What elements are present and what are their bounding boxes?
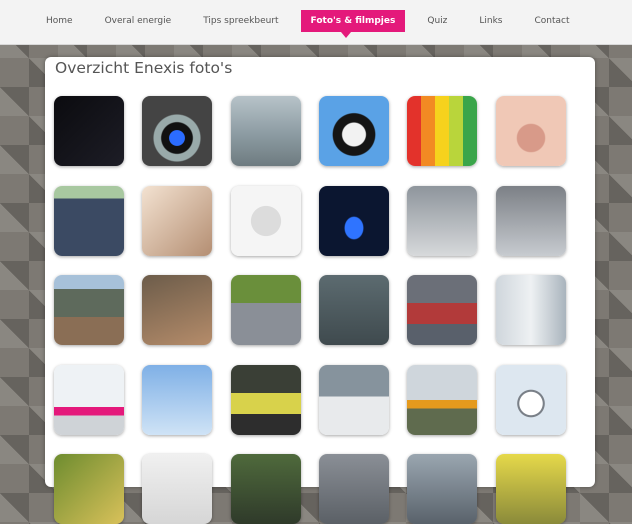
service-van-photo[interactable] bbox=[318, 364, 389, 435]
pipe-photo[interactable] bbox=[318, 454, 389, 524]
content-panel: Overzicht Enexis foto's bbox=[45, 57, 595, 524]
nav-overal-energie[interactable]: Overal energie bbox=[95, 10, 182, 32]
wading-water-photo[interactable] bbox=[230, 96, 301, 166]
cow-photo[interactable] bbox=[318, 96, 389, 166]
gas-meter-photo[interactable] bbox=[407, 185, 478, 256]
enexis-van-photo[interactable] bbox=[54, 364, 124, 435]
transformer-photo[interactable] bbox=[407, 275, 478, 345]
street-workers-photo[interactable] bbox=[230, 275, 301, 345]
night-lights-photo[interactable] bbox=[54, 96, 124, 166]
trench-work-photo[interactable] bbox=[54, 275, 124, 345]
road-photo[interactable] bbox=[407, 454, 478, 524]
pouring-water-photo[interactable] bbox=[142, 185, 213, 256]
stopwatch-photo[interactable] bbox=[495, 364, 566, 435]
power-pylon-photo[interactable] bbox=[142, 364, 213, 435]
main-navigation: Home Overal energie Tips spreekbeurt Fot… bbox=[36, 9, 592, 38]
nose-photo[interactable] bbox=[495, 96, 566, 166]
energy-labels-photo[interactable] bbox=[407, 96, 478, 166]
solar-panels-photo[interactable] bbox=[54, 185, 124, 256]
nav-fotos-filmpjes[interactable]: Foto's & filmpjes bbox=[300, 10, 406, 38]
windmill-excavator-photo[interactable] bbox=[407, 364, 478, 435]
nav-quiz[interactable]: Quiz bbox=[417, 10, 457, 32]
page-title: Overzicht Enexis foto's bbox=[55, 59, 233, 77]
person-yellow-photo[interactable] bbox=[495, 454, 566, 524]
top-navigation-bar: Home Overal energie Tips spreekbeurt Fot… bbox=[0, 0, 632, 45]
dog-photo[interactable] bbox=[230, 454, 301, 524]
gas-burner-photo[interactable] bbox=[142, 96, 213, 166]
alley-photo[interactable] bbox=[495, 275, 566, 345]
power-socket-photo[interactable] bbox=[230, 185, 301, 256]
device-photo[interactable] bbox=[142, 454, 213, 524]
nav-tips-spreekbeurt[interactable]: Tips spreekbeurt bbox=[193, 10, 288, 32]
cables-dig-photo[interactable] bbox=[142, 275, 213, 345]
nav-home[interactable]: Home bbox=[36, 10, 83, 32]
nav-contact[interactable]: Contact bbox=[525, 10, 580, 32]
nav-links[interactable]: Links bbox=[469, 10, 512, 32]
substation-door-photo[interactable] bbox=[318, 275, 389, 345]
meter-installation-photo[interactable] bbox=[495, 185, 566, 256]
gas-flame-photo[interactable] bbox=[318, 185, 389, 256]
fruit-photo[interactable] bbox=[54, 454, 124, 524]
workers-map-photo[interactable] bbox=[230, 364, 301, 435]
